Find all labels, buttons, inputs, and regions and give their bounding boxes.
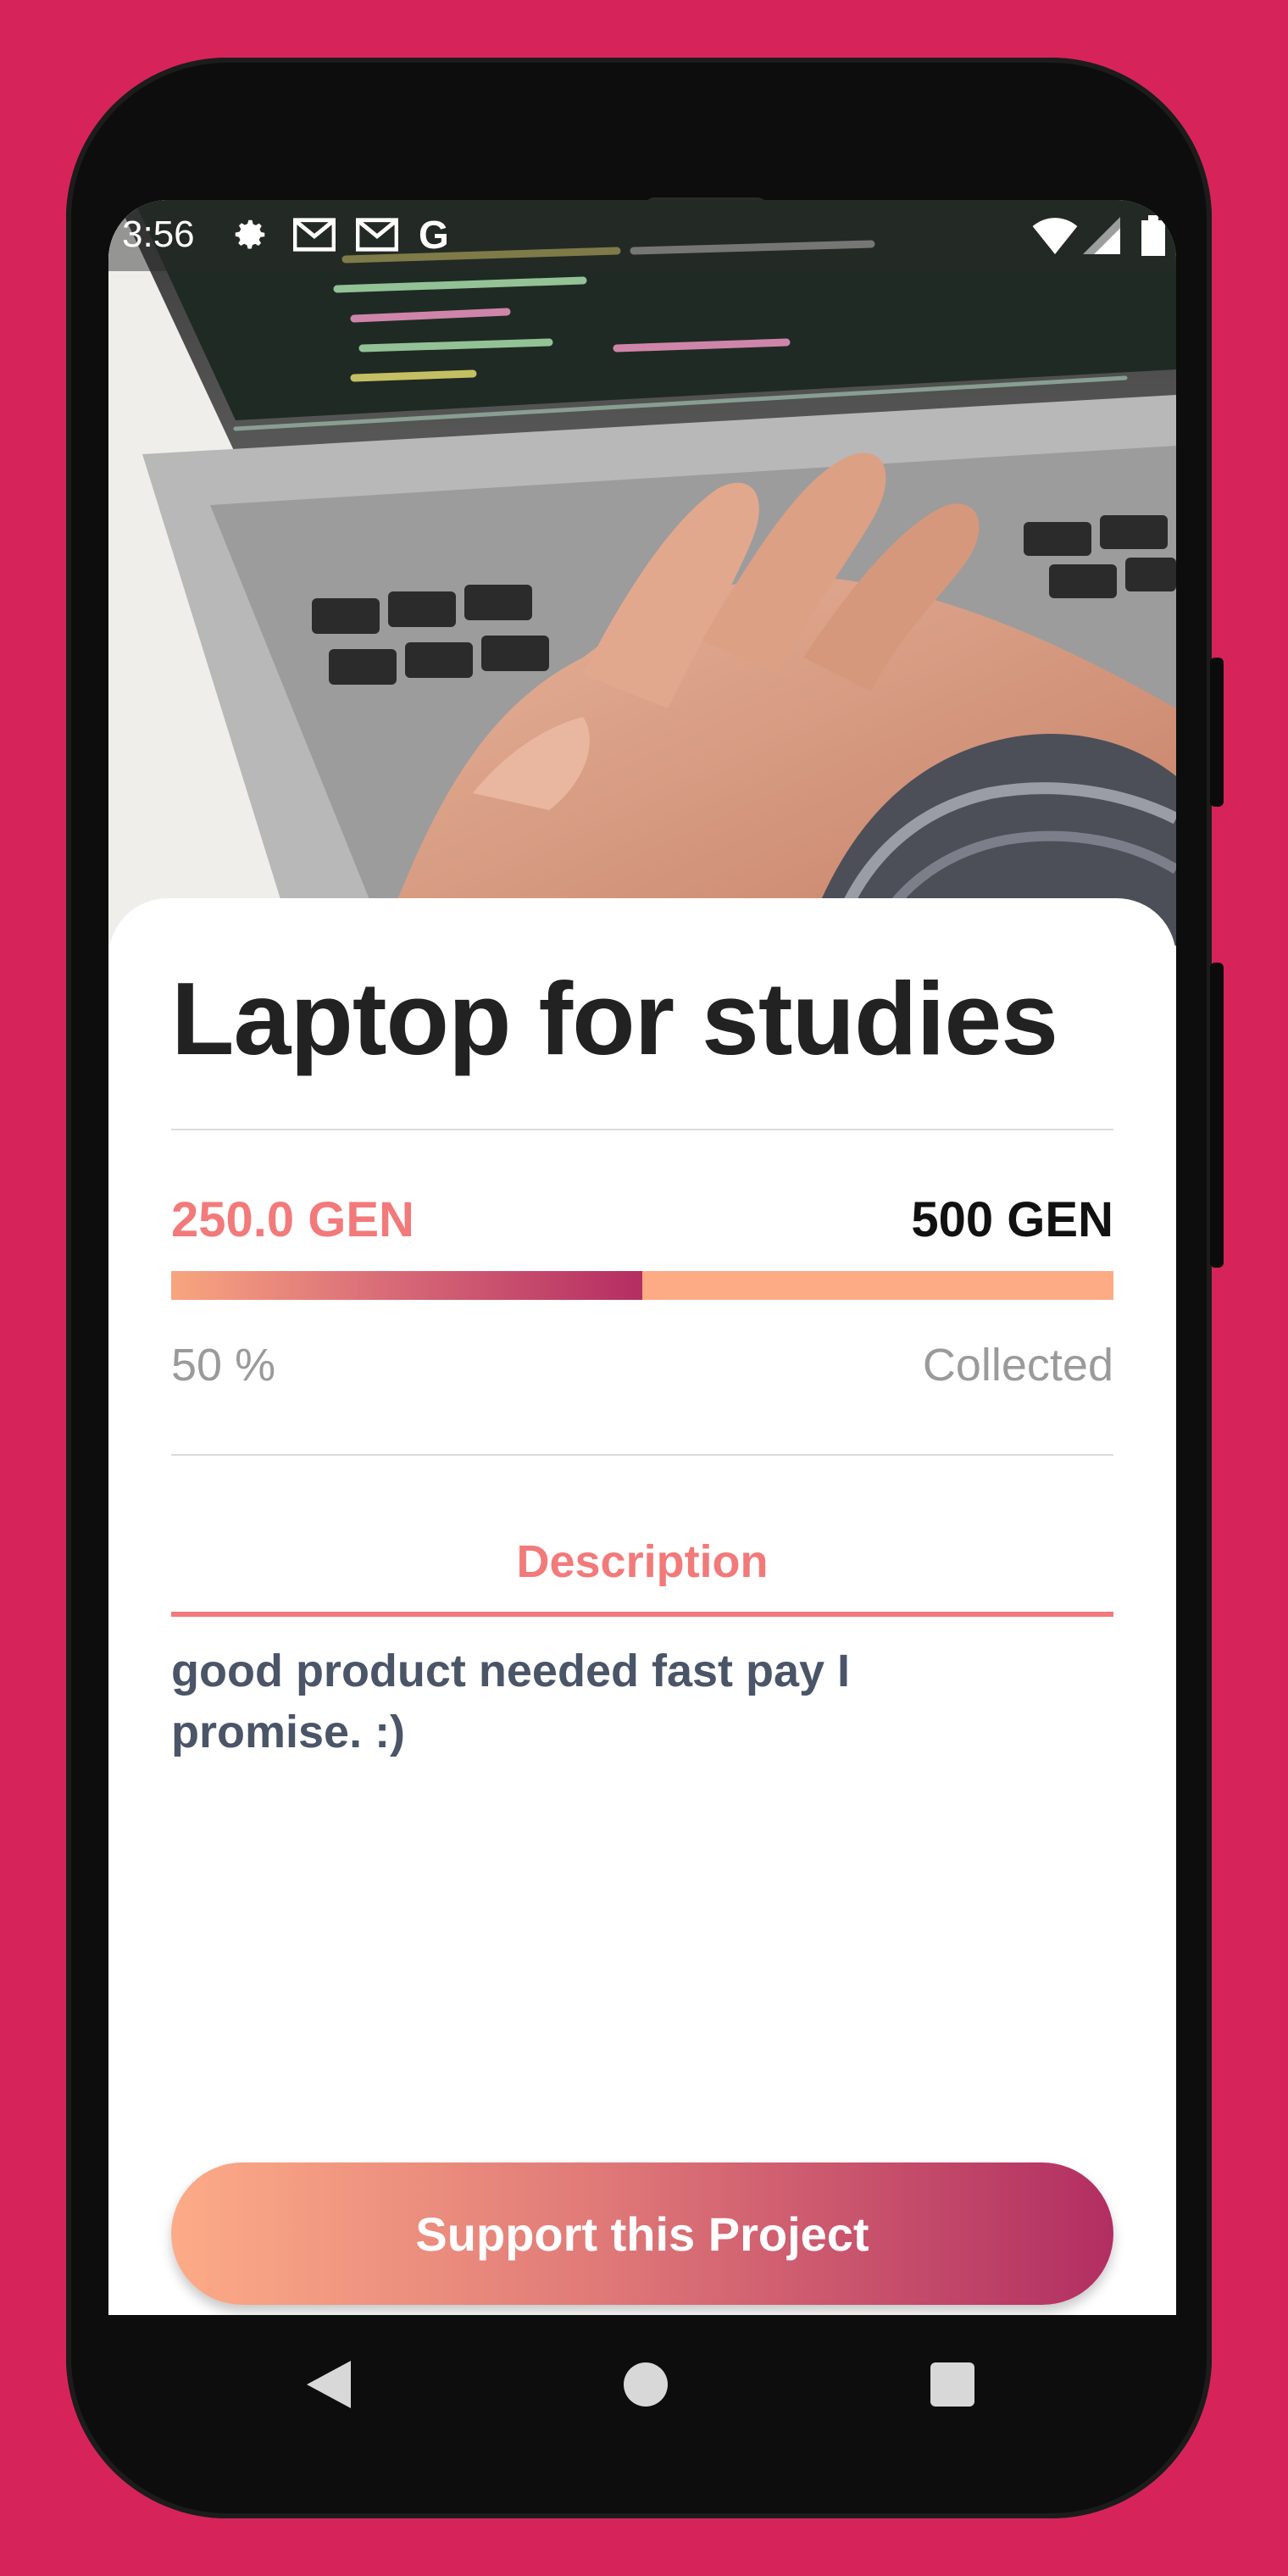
recents-icon[interactable] (930, 2362, 974, 2411)
gmail-icon (355, 215, 399, 258)
home-icon[interactable] (624, 2362, 668, 2411)
gear-icon (230, 215, 269, 258)
project-detail-card: Laptop for studies 250.0 GEN 500 GEN 50 … (108, 898, 1176, 2315)
app-screen: 3:56 G Laptop for studies 250.0 GEN 500 … (108, 200, 1176, 2315)
tab-description[interactable]: Description (171, 1535, 1113, 1588)
battery-icon (1141, 215, 1166, 260)
goal-amount: 500 GEN (911, 1192, 1113, 1247)
power-button (1210, 658, 1224, 807)
title-divider (171, 1129, 1113, 1130)
navigation-bar (108, 2315, 1176, 2454)
status-bar: 3:56 G (108, 200, 1176, 271)
volume-button (1210, 963, 1224, 1268)
back-icon[interactable] (307, 2361, 351, 2412)
funding-progress-bar (171, 1271, 1113, 1300)
progress-percent: 50 % (171, 1340, 276, 1391)
hero-image: 3:56 G (108, 200, 1176, 946)
gmail-icon (292, 215, 336, 258)
project-description: good product needed fast pay I promise. … (171, 1646, 851, 1757)
collected-amount: 250.0 GEN (171, 1192, 414, 1247)
project-title: Laptop for studies (171, 961, 1058, 1076)
funding-progress-fill (171, 1271, 642, 1300)
wifi-icon (1032, 217, 1078, 258)
progress-divider (171, 1454, 1113, 1456)
google-icon: G (419, 213, 449, 257)
tab-description-indicator (171, 1612, 1113, 1617)
support-project-button[interactable]: Support this Project (171, 2162, 1113, 2305)
status-time: 3:56 (122, 214, 195, 255)
collected-label: Collected (922, 1340, 1113, 1391)
signal-icon (1083, 217, 1120, 258)
laptop-photo (108, 200, 1176, 946)
